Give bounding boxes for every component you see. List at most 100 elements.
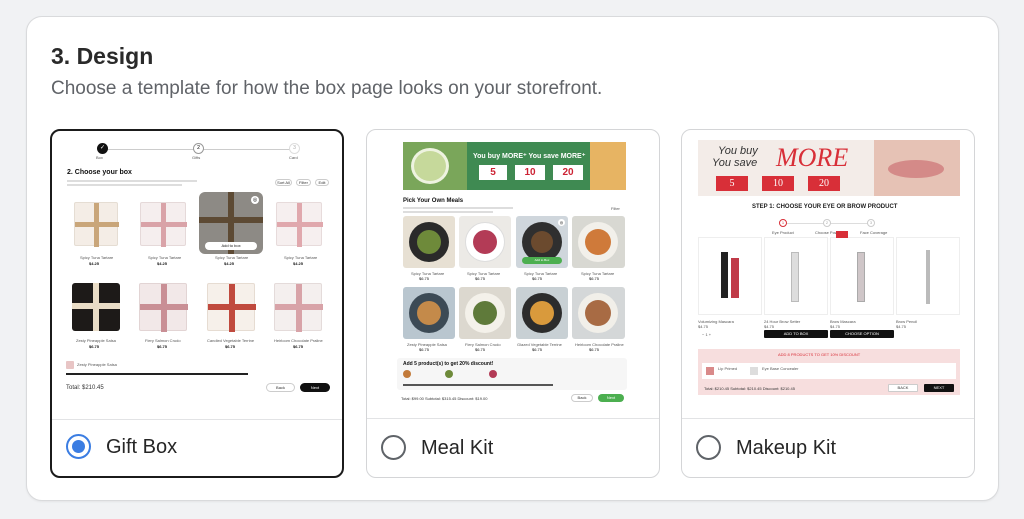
tier-badge: 10 [515, 165, 545, 180]
meal-price: $6.75 [532, 276, 543, 281]
product-price: $6.75 [293, 344, 304, 349]
makeup-kit-preview: You buy You save MORE 5 10 20 STEP 1: CH… [682, 130, 974, 419]
badge [836, 231, 848, 238]
meal-kit-option[interactable]: Meal Kit [367, 419, 659, 477]
progress-bar [66, 373, 248, 375]
step-label: Card [289, 155, 298, 160]
description-line [403, 211, 493, 213]
gift-box-image-hover: ◎ Add to box [199, 192, 263, 254]
discount-area: ADD 8 PRODUCTS TO GET 10% DISCOUNT Lip P… [698, 349, 960, 395]
product-name: Zesty Pineapple Salsa [76, 338, 116, 343]
tier-badge: 5 [479, 165, 507, 180]
makeup-kit-option[interactable]: Makeup Kit [682, 419, 974, 477]
step-label: Face Coverage [860, 230, 888, 235]
template-card-gift-box[interactable]: ✓ 2 3 Box Gifts Card 2. Choose your box … [50, 129, 344, 478]
meal-image [516, 287, 568, 339]
preview-heading: Pick Your Own Meals [403, 198, 464, 204]
meal-price: $6.75 [475, 347, 486, 352]
preview-heading: STEP 1: CHOOSE YOUR EYE OR BROW PRODUCT [752, 204, 898, 210]
product-image [830, 231, 894, 315]
product-price: $4.75 [896, 324, 907, 329]
template-card-makeup-kit[interactable]: You buy You save MORE 5 10 20 STEP 1: CH… [681, 129, 975, 478]
totals-text: Total: $210.45 Subtotal: $210.45 Discoun… [704, 386, 795, 391]
meal-price: $6.75 [419, 347, 430, 352]
info-icon: ◎ [251, 196, 259, 204]
radio-unselected[interactable] [696, 435, 721, 460]
product-price: $4.25 [157, 261, 168, 266]
promo-banner: You buy You save MORE 5 10 20 [698, 140, 960, 196]
tier-badge: 20 [553, 165, 583, 180]
meal-price: $6.75 [589, 347, 600, 352]
step-2-icon: 2 [823, 219, 831, 227]
gift-box-preview: ✓ 2 3 Box Gifts Card 2. Choose your box … [52, 131, 342, 420]
cart-item-thumb [445, 370, 453, 378]
next-button: Next [598, 394, 624, 402]
product-price: $4.75 [830, 324, 841, 329]
gift-box-image [276, 202, 323, 247]
meal-kit-preview: You buy MORE⁺ You save MORE⁺ 5 10 20 Pic… [367, 130, 659, 419]
back-button: Back [266, 383, 295, 392]
back-button: BACK [888, 384, 918, 392]
gift-box-image [140, 202, 187, 247]
cart-item-name: Lip Primed [718, 366, 738, 371]
promo-banner: You buy MORE⁺ You save MORE⁺ 5 10 20 [403, 142, 626, 190]
banner-line-1: You buy [718, 145, 758, 157]
banner-text: You buy MORE⁺ You save MORE⁺ [473, 153, 586, 160]
option-label: Makeup Kit [736, 437, 837, 459]
totals-text: Total: $99.00 Subtotal: $315.45 Discount… [401, 396, 488, 401]
product-image [764, 237, 828, 315]
tier-badge: 5 [716, 176, 748, 191]
filter-link: Filter [611, 206, 620, 211]
add-to-box-button: Add to Box [522, 257, 562, 264]
step-label: Gifts [192, 155, 201, 160]
gift-box-image [74, 202, 119, 247]
section-subtitle: Choose a template for how the box page l… [51, 78, 603, 99]
gift-box-image [207, 283, 256, 332]
filter-chip: Sort All [275, 179, 292, 186]
product-price: $6.75 [225, 344, 236, 349]
step-3-icon: 3 [867, 219, 875, 227]
meal-image [403, 216, 455, 268]
meal-image [459, 216, 511, 268]
next-button: NEXT [924, 384, 954, 392]
product-price: $4.25 [293, 261, 304, 266]
product-name: Spicy Tuna Tartare [80, 255, 114, 260]
radio-selected[interactable] [66, 434, 91, 459]
gift-box-option[interactable]: Gift Box [52, 418, 342, 476]
meal-image [572, 216, 625, 268]
info-icon: ◎ [558, 219, 565, 226]
choose-option-button: CHOOSE OPTION [830, 330, 894, 338]
filter-chip: Edit [315, 179, 329, 186]
product-price: $4.75 [764, 324, 775, 329]
cart-item-thumb [489, 370, 497, 378]
total-text: Total: $210.45 [66, 385, 104, 391]
product-price: $6.75 [157, 344, 168, 349]
product-name: Spicy Tuna Tartare [215, 255, 249, 260]
quantity-stepper: − 1 + [702, 332, 712, 337]
design-section: 3. Design Choose a template for how the … [26, 16, 999, 501]
option-label: Gift Box [106, 436, 178, 458]
step-label: Box [96, 155, 103, 160]
salad-plate-image [411, 148, 449, 184]
radio-unselected[interactable] [381, 435, 406, 460]
tier-badge: 10 [762, 176, 794, 191]
selected-item-name: Zesty Pineapple Salsa [77, 362, 117, 367]
meal-price: $6.75 [532, 347, 543, 352]
step-done-icon: ✓ [97, 143, 108, 154]
selected-item-thumb [66, 361, 74, 369]
discount-text: Add 5 product(s) to get 20% discount! [403, 361, 494, 367]
product-image [896, 237, 960, 315]
preview-heading: 2. Choose your box [67, 169, 132, 176]
step-label: Eye Product [772, 230, 794, 235]
meal-image [403, 287, 455, 339]
description-line [67, 180, 197, 182]
progress-bar [403, 384, 553, 386]
discount-bar: Add 5 product(s) to get 20% discount! [397, 358, 627, 390]
template-card-meal-kit[interactable]: You buy MORE⁺ You save MORE⁺ 5 10 20 Pic… [366, 129, 660, 478]
step-2-icon: 2 [193, 143, 204, 154]
cart-item-name: Eye Base Concealer [762, 366, 799, 371]
product-price: $4.25 [224, 261, 235, 266]
section-title: 3. Design [51, 43, 154, 69]
product-name: Spicy Tuna Tartare [284, 255, 318, 260]
add-to-box-button: ADD TO BOX [764, 330, 828, 338]
